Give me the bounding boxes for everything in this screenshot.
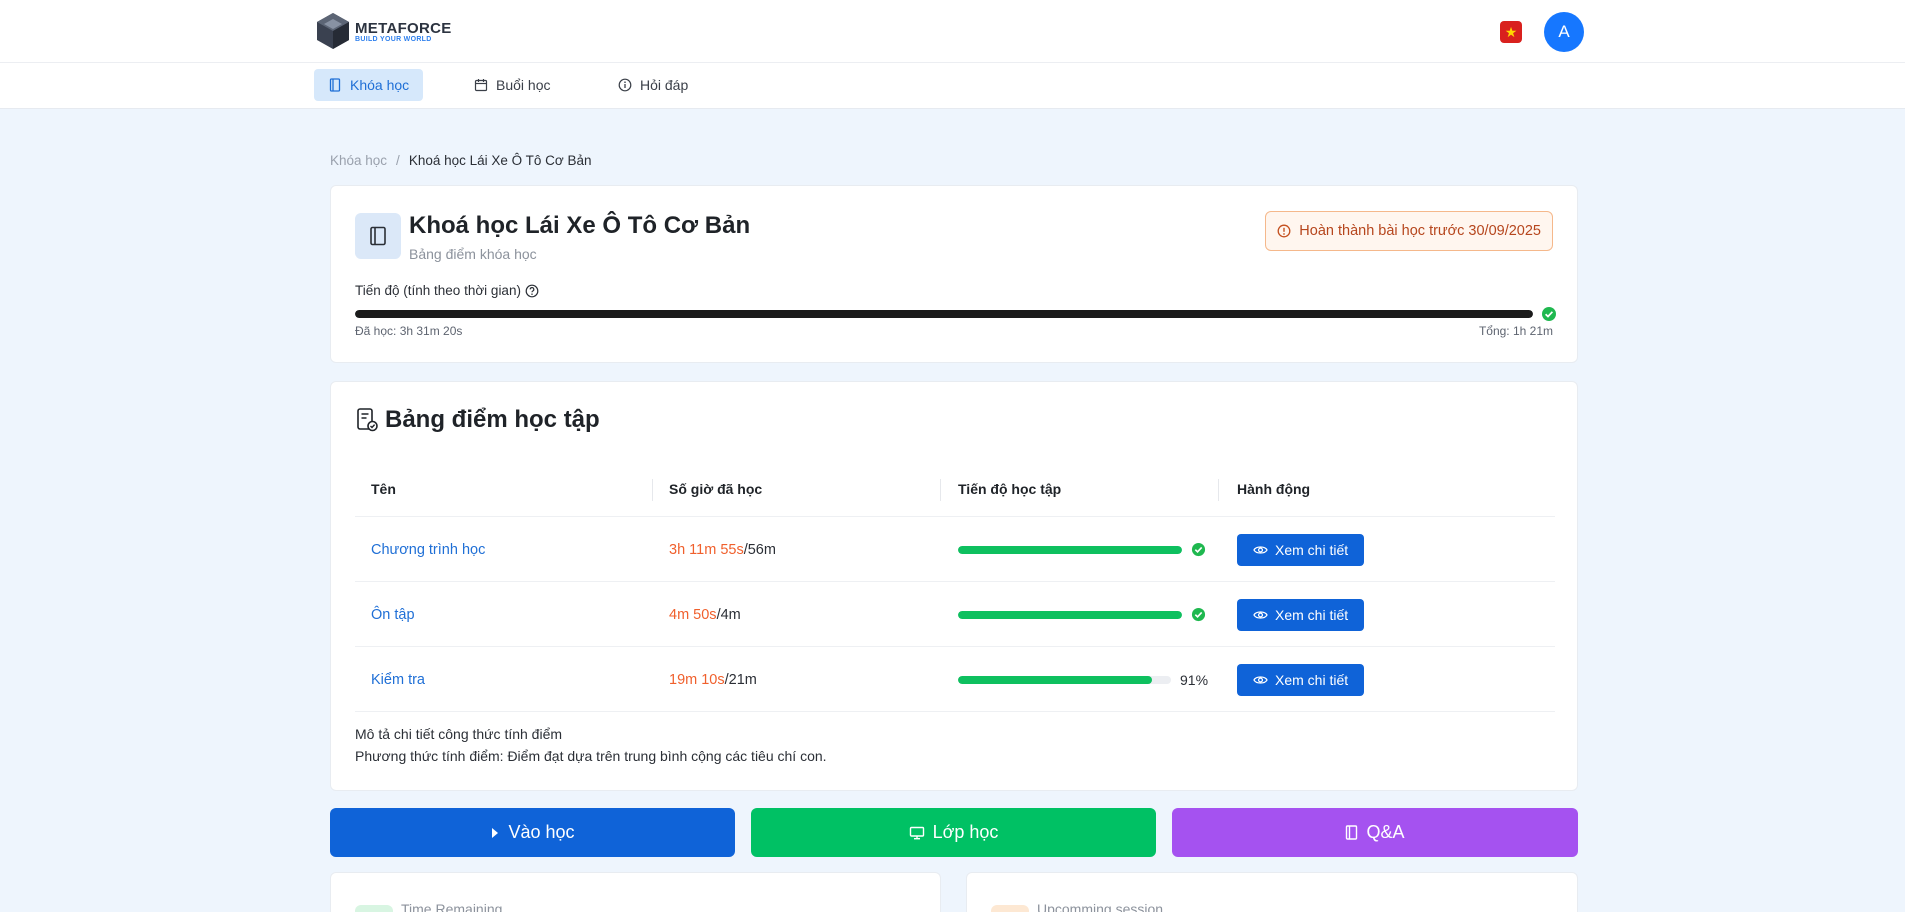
eye-icon — [1253, 675, 1268, 684]
row-name-link[interactable]: Ôn tập — [371, 607, 415, 623]
book-icon — [329, 78, 341, 92]
time-studied: Đã học: 3h 31m 20s — [355, 324, 463, 338]
time-progress-label: Tiến độ (tính theo thời gian) — [355, 283, 539, 298]
breadcrumb-current: Khoá học Lái Xe Ô Tô Cơ Bản — [408, 153, 592, 168]
check-circle-icon — [1191, 607, 1206, 622]
calendar-icon — [991, 905, 1029, 912]
row-name-link[interactable]: Chương trình học — [371, 542, 485, 558]
time-progress-text: Tiến độ (tính theo thời gian) — [355, 283, 521, 298]
time-progress-fill — [355, 310, 1533, 318]
table-header: Tên Số giờ đã học Tiến độ học tập Hành đ… — [355, 461, 1555, 517]
column-header-name: Tên — [371, 481, 396, 497]
time-remaining-card: Time Remaining — [330, 872, 941, 912]
row-progress-bar — [958, 610, 1182, 619]
table-row: Kiểm tra 19m 10s/21m 91% Xem chi tiết — [355, 647, 1555, 712]
brand-logo[interactable]: METAFORCE BUILD YOUR WORLD — [315, 11, 452, 51]
view-detail-label: Xem chi tiết — [1275, 671, 1349, 688]
main-nav: Khóa học Buổi học Hỏi đáp — [0, 63, 1905, 109]
book-icon — [1346, 825, 1358, 840]
cube-logo-icon — [317, 13, 349, 49]
hours-total: /56m — [743, 541, 776, 558]
tab-label: Khóa học — [350, 77, 410, 93]
eye-icon — [1253, 545, 1268, 554]
course-title: Khoá học Lái Xe Ô Tô Cơ Bản — [409, 212, 751, 239]
hours-studied: 4m 50s — [669, 606, 717, 623]
column-divider — [1218, 479, 1219, 501]
formula-description: Phương thức tính điểm: Điểm đạt dựa trên… — [355, 748, 827, 764]
report-icon — [357, 408, 378, 432]
breadcrumb-root[interactable]: Khóa học — [330, 153, 387, 168]
classroom-label: Lớp học — [932, 822, 999, 842]
row-progress-fill — [958, 545, 1182, 554]
scoreboard-card: Bảng điểm học tập Tên Số giờ đã học Tiến… — [330, 381, 1578, 791]
formula-title: Mô tả chi tiết công thức tính điểm — [355, 726, 563, 742]
column-divider — [652, 479, 653, 501]
row-name-link[interactable]: Kiểm tra — [371, 672, 425, 688]
info-icon — [618, 78, 632, 92]
tab-qa[interactable]: Hỏi đáp — [604, 69, 702, 101]
brand-tagline: BUILD YOUR WORLD — [355, 35, 432, 43]
view-detail-button[interactable]: Xem chi tiết — [1237, 663, 1365, 696]
table-row: Chương trình học 3h 11m 55s/56m Xem chi … — [355, 517, 1555, 582]
monitor-icon — [909, 826, 924, 839]
course-book-icon — [355, 213, 401, 259]
column-header-action: Hành động — [1237, 481, 1311, 497]
help-circle-icon[interactable] — [525, 284, 539, 298]
row-progress-bar — [958, 545, 1182, 554]
start-learning-label: Vào học — [508, 822, 575, 842]
play-icon — [492, 827, 499, 838]
qa-label: Q&A — [1366, 822, 1405, 842]
view-detail-label: Xem chi tiết — [1275, 541, 1349, 558]
time-progress-bar — [355, 310, 1533, 318]
view-detail-label: Xem chi tiết — [1275, 606, 1349, 623]
column-header-progress: Tiến độ học tập — [958, 481, 1062, 497]
hours-studied: 19m 10s — [669, 671, 725, 688]
tab-courses[interactable]: Khóa học — [314, 69, 424, 101]
view-detail-button[interactable]: Xem chi tiết — [1237, 598, 1365, 631]
check-circle-icon — [1542, 307, 1556, 321]
tab-sessions[interactable]: Buổi học — [460, 69, 564, 101]
top-bar: METAFORCE BUILD YOUR WORLD ★ A — [0, 0, 1905, 63]
scoreboard-title-text: Bảng điểm học tập — [385, 406, 600, 433]
hours-studied: 3h 11m 55s — [669, 541, 744, 558]
hours-total: /21m — [724, 671, 757, 688]
eye-icon — [1253, 610, 1268, 619]
table-row: Ôn tập 4m 50s/4m Xem chi tiết — [355, 582, 1555, 647]
course-card: Khoá học Lái Xe Ô Tô Cơ Bản Bảng điểm kh… — [330, 185, 1578, 363]
breadcrumb-separator: / — [396, 153, 400, 168]
classroom-button[interactable]: Lớp học — [751, 808, 1156, 857]
view-detail-button[interactable]: Xem chi tiết — [1237, 533, 1365, 566]
user-avatar[interactable]: A — [1544, 12, 1584, 52]
upcoming-session-card: Upcomming session — [966, 872, 1578, 912]
start-learning-button[interactable]: Vào học — [330, 808, 735, 857]
check-circle-icon — [1191, 542, 1206, 557]
brand-name: METAFORCE — [355, 19, 452, 37]
row-progress-fill — [958, 675, 1152, 684]
tab-label: Hỏi đáp — [640, 77, 689, 93]
row-progress-percent: 91% — [1180, 671, 1209, 688]
column-divider — [940, 479, 941, 501]
alert-circle-icon — [1277, 224, 1291, 238]
tab-label: Buổi học — [496, 77, 551, 93]
upcoming-session-label: Upcomming session — [1037, 901, 1164, 912]
deadline-text: Hoàn thành bài học trước 30/09/2025 — [1299, 223, 1541, 239]
time-total: Tổng: 1h 21m — [1478, 324, 1553, 338]
column-header-hours: Số giờ đã học — [669, 481, 763, 497]
hours-total: /4m — [716, 606, 741, 623]
row-progress-bar — [958, 675, 1171, 684]
row-progress-fill — [958, 610, 1182, 619]
vietnam-flag-icon[interactable]: ★ — [1500, 21, 1522, 43]
clock-icon — [355, 905, 393, 912]
deadline-badge: Hoàn thành bài học trước 30/09/2025 — [1265, 211, 1553, 251]
scoreboard-title: Bảng điểm học tập — [355, 406, 600, 434]
time-remaining-label: Time Remaining — [401, 901, 503, 912]
course-subtitle: Bảng điểm khóa học — [409, 246, 537, 262]
breadcrumb: Khóa học / Khoá học Lái Xe Ô Tô Cơ Bản — [330, 153, 592, 168]
qa-button[interactable]: Q&A — [1172, 808, 1578, 857]
calendar-icon — [474, 79, 488, 92]
